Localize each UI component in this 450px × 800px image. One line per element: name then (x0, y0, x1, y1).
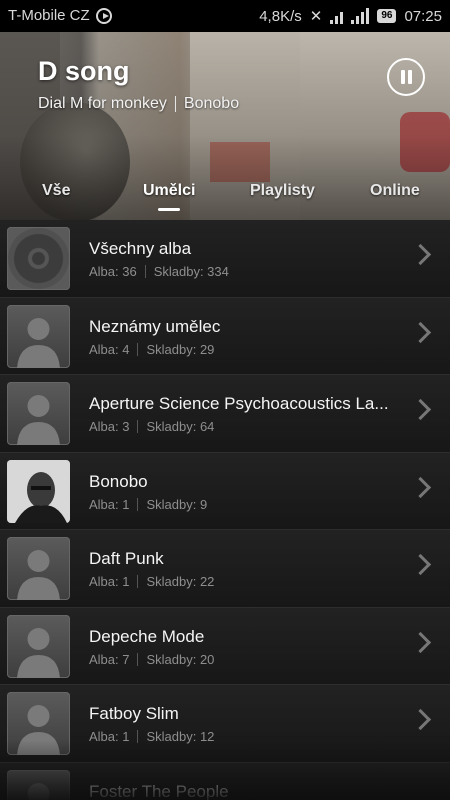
avatar-placeholder-icon (7, 769, 70, 800)
tab-playlists[interactable]: Playlisty (250, 182, 315, 200)
clock: 07:25 (404, 7, 442, 25)
avatar-placeholder-icon (7, 614, 70, 678)
tab-bar: Vše Umělci Playlisty Online (0, 176, 450, 220)
tab-online[interactable]: Online (370, 182, 420, 200)
carrier-name: T-Mobile CZ (8, 7, 90, 24)
meta-divider (137, 575, 139, 588)
chevron-right-icon (409, 708, 432, 731)
artist-meta: Alba: 36 Skladby: 334 (89, 264, 229, 279)
data-signal-icon (330, 8, 344, 24)
artist-meta: Alba: 3 Skladby: 64 (89, 419, 214, 434)
pause-button[interactable] (387, 58, 425, 96)
chevron-right-icon (409, 631, 432, 653)
track-count: Skladby: 20 (146, 651, 215, 667)
list-item[interactable]: Všechny alba Alba: 36 Skladby: 334 (0, 220, 450, 298)
album-count: Alba: 7 (89, 651, 130, 667)
artist-name: Daft Punk (89, 549, 164, 568)
chevron-right-icon (409, 398, 432, 421)
list-item[interactable]: Depeche Mode Alba: 7 Skladby: 20 (0, 607, 450, 685)
artist-photo (7, 459, 70, 523)
artist-name: Neznámy umělec (89, 316, 221, 336)
chevron-right-icon (409, 553, 432, 576)
list-item[interactable]: Daft Punk Alba: 1 Skladby: 22 (0, 530, 450, 608)
artist-name: Bonobo (183, 95, 240, 112)
artist-meta: Alba: 1 Skladby: 22 (89, 574, 214, 589)
track-count: Skladby: 22 (146, 574, 215, 589)
album-count: Alba: 4 (89, 341, 130, 357)
song-subtitle: Dial M for monkey Bonobo (38, 95, 239, 113)
subtitle-divider (174, 96, 176, 112)
album-count: Alba: 1 (89, 496, 130, 512)
battery-icon: 96 (377, 9, 397, 23)
tab-all[interactable]: Vše (42, 182, 70, 200)
list-item[interactable]: Bonobo Alba: 1 Skladby: 9 (0, 452, 450, 530)
list-item[interactable]: Foster The People (0, 762, 450, 800)
list-item[interactable]: Fatboy Slim Alba: 1 Skladby: 12 (0, 685, 450, 763)
artist-name: Fatboy Slim (89, 704, 179, 723)
artist-meta: Alba: 7 Skladby: 20 (89, 652, 214, 667)
track-count: Skladby: 29 (146, 341, 215, 357)
mute-icon: ✕ (309, 8, 323, 25)
artist-list[interactable]: Všechny alba Alba: 36 Skladby: 334 Neznám… (0, 220, 450, 800)
meta-divider (137, 652, 139, 666)
chevron-right-icon (409, 476, 432, 498)
cell-signal-icon (351, 8, 370, 24)
song-title: D song (38, 56, 130, 86)
meta-divider (137, 420, 139, 433)
meta-divider (137, 342, 139, 356)
disc-icon (7, 227, 70, 290)
avatar-placeholder-icon (7, 692, 70, 755)
status-bar: T-Mobile CZ 4,8K/s ✕ 96 07:25 (0, 0, 450, 32)
album-count: Alba: 36 (89, 264, 137, 279)
media-playing-icon (95, 7, 112, 24)
network-speed: 4,8K/s (259, 7, 302, 25)
meta-divider (144, 265, 146, 278)
album-count: Alba: 3 (89, 419, 130, 434)
track-count: Skladby: 9 (146, 496, 208, 512)
meta-divider (137, 730, 139, 743)
chevron-right-icon (409, 243, 432, 266)
chevron-right-icon (409, 321, 432, 343)
list-item[interactable]: Aperture Science Psychoacoustics La... A… (0, 375, 450, 453)
track-count: Skladby: 64 (146, 419, 215, 434)
tab-artists[interactable]: Umělci (143, 182, 195, 200)
track-count: Skladby: 334 (153, 264, 229, 279)
artist-name: Depeche Mode (89, 626, 205, 646)
album-count: Alba: 1 (89, 574, 130, 589)
active-tab-indicator (158, 208, 180, 211)
avatar-placeholder-icon (7, 382, 70, 445)
avatar-placeholder-icon (7, 537, 70, 600)
album-count: Alba: 1 (89, 729, 130, 744)
artist-name: Bonobo (89, 471, 148, 491)
artist-meta: Alba: 1 Skladby: 12 (89, 729, 214, 744)
album-name: Dial M for monkey (38, 95, 167, 112)
now-playing-header[interactable]: D song Dial M for monkey Bonobo Vše Uměl… (0, 32, 450, 220)
artist-name: Aperture Science Psychoacoustics La... (89, 394, 389, 413)
list-item[interactable]: Neznámy umělec Alba: 4 Skladby: 29 (0, 297, 450, 375)
artist-name: Všechny alba (89, 239, 192, 258)
artist-name: Foster The People (89, 781, 229, 800)
artist-meta: Alba: 4 Skladby: 29 (89, 342, 214, 357)
track-count: Skladby: 12 (146, 729, 215, 744)
avatar-placeholder-icon (7, 304, 70, 368)
meta-divider (137, 497, 139, 511)
artist-meta: Alba: 1 Skladby: 9 (89, 497, 207, 512)
